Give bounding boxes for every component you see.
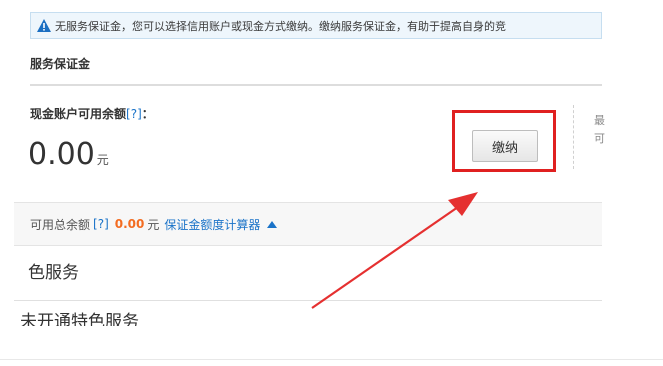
red-arrow-annotation [311,192,478,309]
bottom-border [0,359,663,360]
